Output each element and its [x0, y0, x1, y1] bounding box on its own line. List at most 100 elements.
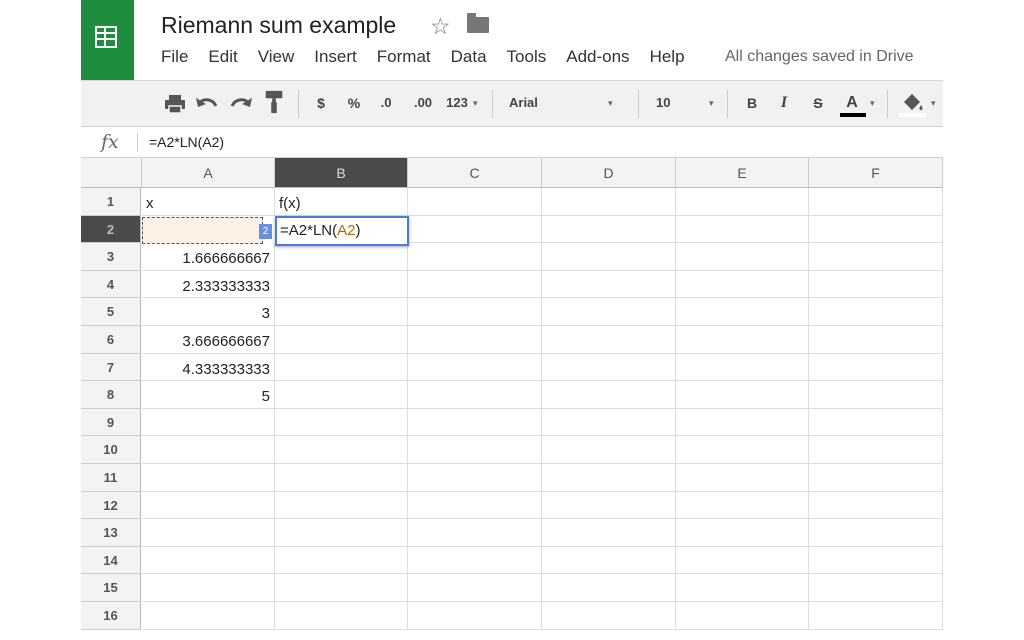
- chevron-down-icon[interactable]: ▾: [931, 91, 936, 115]
- column-header-b[interactable]: B: [275, 158, 408, 188]
- increase-decimal-button[interactable]: .00: [409, 91, 437, 115]
- fill-color-icon[interactable]: [901, 90, 925, 114]
- cell-d14[interactable]: [542, 546, 676, 575]
- cell-a2-reference[interactable]: [142, 217, 263, 244]
- cell-e6[interactable]: [676, 326, 809, 354]
- cell-d7[interactable]: [542, 353, 676, 382]
- cell-f7[interactable]: [809, 353, 943, 382]
- cell-e14[interactable]: [676, 546, 809, 575]
- chevron-down-icon[interactable]: ▾: [709, 91, 714, 115]
- cell-b11[interactable]: [275, 464, 408, 492]
- cell-c4[interactable]: [408, 270, 542, 299]
- cell-e5[interactable]: [676, 298, 809, 326]
- cell-d16[interactable]: [542, 602, 676, 630]
- cell-a1[interactable]: x: [142, 188, 275, 216]
- undo-icon[interactable]: [195, 92, 219, 116]
- row-header-13[interactable]: 13: [81, 519, 141, 547]
- cell-a8[interactable]: 5: [142, 381, 275, 409]
- cell-c5[interactable]: [408, 298, 542, 326]
- cell-a5[interactable]: 3: [142, 298, 275, 326]
- cell-e12[interactable]: [676, 491, 809, 520]
- menu-edit[interactable]: Edit: [208, 47, 237, 69]
- cell-c12[interactable]: [408, 491, 542, 520]
- row-header-3[interactable]: 3: [81, 243, 141, 271]
- cell-d9[interactable]: [542, 408, 676, 437]
- cell-e11[interactable]: [676, 464, 809, 492]
- cell-f4[interactable]: [809, 270, 943, 299]
- cell-c13[interactable]: [408, 519, 542, 547]
- cell-f2[interactable]: [809, 215, 943, 244]
- cell-c15[interactable]: [408, 574, 542, 602]
- cell-f5[interactable]: [809, 298, 943, 326]
- menu-addons[interactable]: Add-ons: [566, 47, 629, 69]
- cell-e16[interactable]: [676, 602, 809, 630]
- cell-f8[interactable]: [809, 381, 943, 409]
- cell-d10[interactable]: [542, 436, 676, 464]
- row-header-4[interactable]: 4: [81, 270, 141, 299]
- cell-c3[interactable]: [408, 243, 542, 271]
- menu-format[interactable]: Format: [377, 47, 431, 69]
- font-family-select[interactable]: Arial: [509, 91, 538, 115]
- cell-c6[interactable]: [408, 326, 542, 354]
- cell-d15[interactable]: [542, 574, 676, 602]
- cell-a3[interactable]: 1.666666667: [142, 243, 275, 271]
- cell-a4[interactable]: 2.333333333: [142, 270, 275, 299]
- chevron-down-icon[interactable]: ▾: [473, 91, 478, 115]
- cell-a7[interactable]: 4.333333333: [142, 353, 275, 382]
- cell-e1[interactable]: [676, 188, 809, 216]
- cell-c7[interactable]: [408, 353, 542, 382]
- cell-d8[interactable]: [542, 381, 676, 409]
- cell-f12[interactable]: [809, 491, 943, 520]
- cell-a9[interactable]: [142, 408, 275, 437]
- cell-e4[interactable]: [676, 270, 809, 299]
- document-title[interactable]: Riemann sum example: [161, 12, 396, 39]
- cell-c14[interactable]: [408, 546, 542, 575]
- decrease-decimal-button[interactable]: .0: [375, 91, 397, 115]
- menu-help[interactable]: Help: [650, 47, 685, 69]
- folder-icon[interactable]: [467, 13, 489, 33]
- cell-e3[interactable]: [676, 243, 809, 271]
- cell-f14[interactable]: [809, 546, 943, 575]
- cell-c16[interactable]: [408, 602, 542, 630]
- row-header-16[interactable]: 16: [81, 602, 141, 630]
- cell-c8[interactable]: [408, 381, 542, 409]
- cell-f1[interactable]: [809, 188, 943, 216]
- column-header-c[interactable]: C: [408, 158, 542, 188]
- cell-f3[interactable]: [809, 243, 943, 271]
- cell-c9[interactable]: [408, 408, 542, 437]
- cell-b15[interactable]: [275, 574, 408, 602]
- cell-a10[interactable]: [142, 436, 275, 464]
- cell-e7[interactable]: [676, 353, 809, 382]
- cell-a14[interactable]: [142, 546, 275, 575]
- row-header-7[interactable]: 7: [81, 353, 141, 382]
- cell-b5[interactable]: [275, 298, 408, 326]
- row-header-11[interactable]: 11: [81, 464, 141, 492]
- cell-b8[interactable]: [275, 381, 408, 409]
- cell-b3[interactable]: [275, 243, 408, 271]
- cell-b7[interactable]: [275, 353, 408, 382]
- cell-f11[interactable]: [809, 464, 943, 492]
- row-header-9[interactable]: 9: [81, 408, 141, 437]
- star-icon[interactable]: ☆: [430, 13, 451, 40]
- row-header-5[interactable]: 5: [81, 298, 141, 326]
- cell-c11[interactable]: [408, 464, 542, 492]
- column-header-a[interactable]: A: [142, 158, 275, 188]
- cell-b4[interactable]: [275, 270, 408, 299]
- cell-d4[interactable]: [542, 270, 676, 299]
- chevron-down-icon[interactable]: ▾: [608, 91, 613, 115]
- cell-c10[interactable]: [408, 436, 542, 464]
- cell-d13[interactable]: [542, 519, 676, 547]
- cell-b2-editor[interactable]: =A2*LN(A2): [275, 216, 409, 246]
- more-formats-button[interactable]: 123: [443, 91, 471, 115]
- sheets-logo[interactable]: [81, 0, 134, 80]
- column-header-e[interactable]: E: [676, 158, 809, 188]
- cell-b6[interactable]: [275, 326, 408, 354]
- column-header-f[interactable]: F: [809, 158, 943, 188]
- row-header-10[interactable]: 10: [81, 436, 141, 464]
- cell-d1[interactable]: [542, 188, 676, 216]
- currency-button[interactable]: $: [314, 91, 328, 115]
- menu-file[interactable]: File: [161, 47, 188, 69]
- italic-button[interactable]: I: [777, 91, 791, 115]
- chevron-down-icon[interactable]: ▾: [870, 91, 875, 115]
- row-header-12[interactable]: 12: [81, 491, 141, 520]
